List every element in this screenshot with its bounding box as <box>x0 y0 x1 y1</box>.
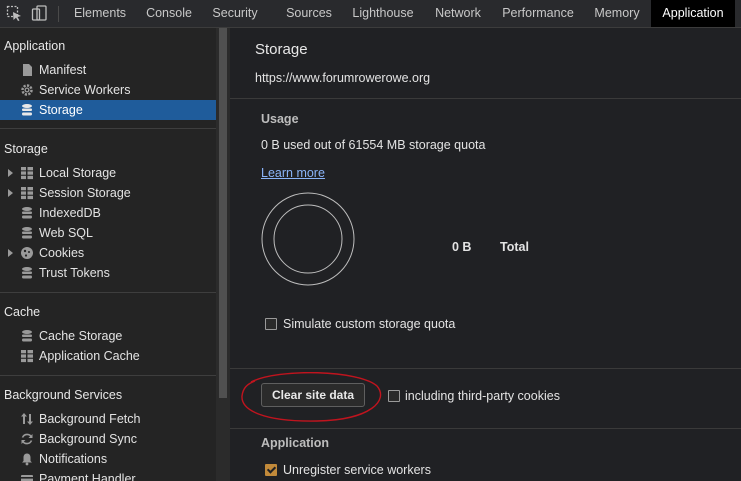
sidebar-item-cache-storage[interactable]: Cache Storage <box>0 326 216 346</box>
sidebar-item-manifest[interactable]: Manifest <box>0 60 216 80</box>
section-divider <box>0 292 216 293</box>
learn-more-link[interactable]: Learn more <box>261 166 325 180</box>
tab-network[interactable]: Network <box>428 0 488 27</box>
usage-summary: 0 B used out of 61554 MB storage quota <box>261 138 486 152</box>
sidebar-item-label: Storage <box>39 103 83 117</box>
section-divider <box>230 98 741 99</box>
sidebar-item-storage[interactable]: Storage <box>0 100 216 120</box>
expand-arrow-icon[interactable] <box>8 249 13 257</box>
sidebar-item-cookies[interactable]: Cookies <box>0 243 216 263</box>
sidebar-item-label: Cookies <box>39 246 85 260</box>
third-party-cookies-checkbox[interactable] <box>388 390 400 402</box>
database-icon <box>22 267 32 279</box>
sidebar-scrollbar[interactable] <box>216 28 230 481</box>
grid-icon <box>21 187 33 200</box>
clear-site-data-button[interactable]: Clear site data <box>261 383 365 407</box>
usage-pie-chart <box>261 192 355 286</box>
page-title: Storage <box>255 41 308 58</box>
sidebar-item-session-storage[interactable]: Session Storage <box>0 183 216 203</box>
storage-panel: Storage https://www.forumrowerowe.org Us… <box>230 28 741 481</box>
tab-console[interactable]: Console <box>138 0 200 27</box>
sidebar-item-label: Session Storage <box>39 186 131 200</box>
database-icon <box>22 330 32 342</box>
section-title-cache: Cache <box>4 305 41 319</box>
grid-icon <box>21 350 33 363</box>
section-title-application: Application <box>4 39 66 53</box>
section-title-background-services: Background Services <box>4 388 123 402</box>
expand-arrow-icon[interactable] <box>8 169 13 177</box>
bell-icon <box>22 453 32 466</box>
sidebar-item-payment-handler[interactable]: Payment Handler <box>0 469 216 481</box>
sidebar-item-label: Cache Storage <box>39 329 123 343</box>
section-divider <box>0 128 216 129</box>
application-heading: Application <box>261 436 330 450</box>
cookie-icon <box>21 247 33 259</box>
sidebar-item-label: Trust Tokens <box>39 266 110 280</box>
grid-icon <box>21 167 33 180</box>
sidebar-item-label: Background Fetch <box>39 412 141 426</box>
database-icon <box>22 227 32 239</box>
total-label: Total <box>500 240 529 254</box>
sidebar-item-application-cache[interactable]: Application Cache <box>0 346 216 366</box>
card-icon <box>21 475 33 481</box>
tab-memory[interactable]: Memory <box>587 0 647 27</box>
section-divider <box>230 368 741 369</box>
toolbar-separator <box>58 6 59 22</box>
sidebar-item-label: Notifications <box>39 452 108 466</box>
sidebar-item-notifications[interactable]: Notifications <box>0 449 216 469</box>
sync-icon <box>21 433 33 445</box>
sidebar-item-label: Application Cache <box>39 349 140 363</box>
arrows-updown-icon <box>21 413 33 425</box>
gear-icon <box>21 84 33 96</box>
file-icon <box>23 64 32 76</box>
database-icon <box>22 207 32 219</box>
tab-elements[interactable]: Elements <box>66 0 134 27</box>
tab-sources[interactable]: Sources <box>278 0 340 27</box>
sidebar-item-web-sql[interactable]: Web SQL <box>0 223 216 243</box>
tab-security[interactable]: Security <box>204 0 266 27</box>
section-divider <box>230 428 741 429</box>
section-title-storage: Storage <box>4 142 48 156</box>
sidebar-item-service-workers[interactable]: Service Workers <box>0 80 216 100</box>
inspect-element-icon[interactable] <box>6 5 23 22</box>
third-party-cookies-label: including third-party cookies <box>405 389 560 403</box>
expand-arrow-icon[interactable] <box>8 189 13 197</box>
sidebar-item-local-storage[interactable]: Local Storage <box>0 163 216 183</box>
tab-lighthouse[interactable]: Lighthouse <box>346 0 420 27</box>
unregister-sw-checkbox[interactable] <box>265 464 277 476</box>
scrollbar-thumb[interactable] <box>219 28 227 398</box>
usage-heading: Usage <box>261 112 299 126</box>
sidebar-item-background-fetch[interactable]: Background Fetch <box>0 409 216 429</box>
section-divider <box>0 375 216 376</box>
simulate-quota-checkbox[interactable] <box>265 318 277 330</box>
database-icon <box>22 104 32 116</box>
sidebar-item-indexeddb[interactable]: IndexedDB <box>0 203 216 223</box>
sidebar-item-label: Web SQL <box>39 226 93 240</box>
sidebar-item-label: Service Workers <box>39 83 131 97</box>
sidebar-item-label: Background Sync <box>39 432 137 446</box>
application-sidebar: Application Manifest Service Workers Sto… <box>0 28 216 481</box>
sidebar-item-label: Local Storage <box>39 166 117 180</box>
sidebar-item-label: Manifest <box>39 63 87 77</box>
simulate-quota-label: Simulate custom storage quota <box>283 317 456 331</box>
tab-performance[interactable]: Performance <box>497 0 579 27</box>
total-value: 0 B <box>452 240 472 254</box>
sidebar-item-background-sync[interactable]: Background Sync <box>0 429 216 449</box>
device-toolbar-icon[interactable] <box>31 5 48 22</box>
sidebar-item-label: Payment Handler <box>39 472 136 481</box>
unregister-sw-label: Unregister service workers <box>283 463 431 477</box>
devtools-tab-bar: Elements Console Security Sources Lighth… <box>0 0 741 28</box>
tab-application[interactable]: Application <box>651 0 735 27</box>
sidebar-item-trust-tokens[interactable]: Trust Tokens <box>0 263 216 283</box>
origin-url: https://www.forumrowerowe.org <box>255 71 431 85</box>
sidebar-item-label: IndexedDB <box>39 206 101 220</box>
